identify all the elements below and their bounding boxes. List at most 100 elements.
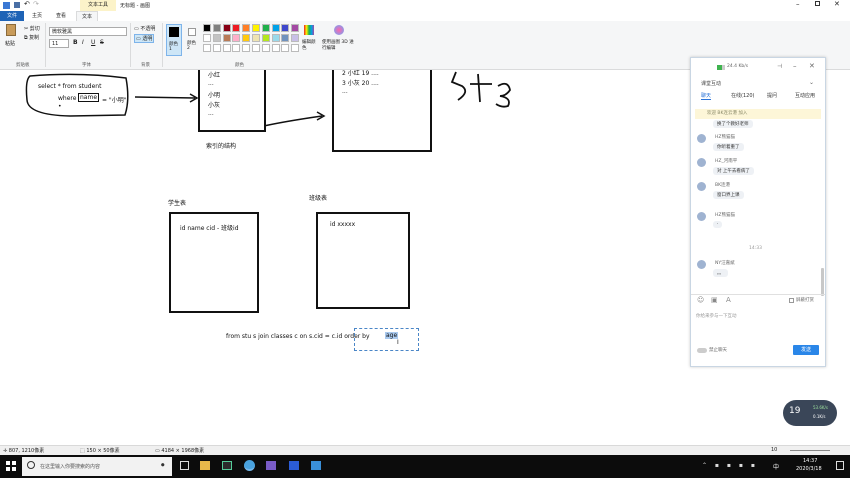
- palette-empty-swatch[interactable]: [212, 44, 221, 52]
- palette-color-swatch[interactable]: [212, 24, 221, 32]
- palette-color-swatch[interactable]: [212, 34, 221, 42]
- chat-tab-apps[interactable]: 互动应用: [795, 92, 815, 99]
- transparent-button[interactable]: ▭ 透明: [134, 34, 155, 43]
- palette-color-swatch[interactable]: [203, 34, 211, 42]
- sql-where: where: [58, 95, 77, 102]
- tab-view[interactable]: 查看: [50, 11, 72, 21]
- image-icon[interactable]: ▣: [711, 296, 718, 304]
- chat-input[interactable]: 你给来参与一下互动: [696, 313, 737, 319]
- download-speed: 0.1K/s: [813, 414, 826, 419]
- query-highlight[interactable]: age: [385, 332, 399, 339]
- paint3d-button[interactable]: 使用画图 3D 进行编辑: [322, 25, 356, 55]
- message-bubble: 。。: [713, 269, 728, 277]
- color1-button[interactable]: 颜色 1: [166, 24, 182, 56]
- palette-color-swatch[interactable]: [242, 24, 251, 32]
- windows-start-icon[interactable]: [6, 461, 16, 471]
- signal-icon: [717, 65, 725, 70]
- file-explorer-icon[interactable]: [200, 461, 210, 470]
- palette-color-swatch[interactable]: [261, 24, 270, 32]
- chat-tab-questions[interactable]: 提问: [767, 92, 777, 99]
- clock-date[interactable]: 2020/3/18: [796, 466, 822, 472]
- barrage-checkbox[interactable]: [789, 298, 794, 303]
- palette-color-swatch[interactable]: [222, 34, 231, 42]
- paint-icon[interactable]: [244, 460, 255, 471]
- palette-color-swatch[interactable]: [203, 24, 211, 32]
- redo-icon[interactable]: ↷: [33, 0, 39, 8]
- copy-button[interactable]: ⧉ 复制: [24, 34, 39, 41]
- zoom-slider[interactable]: [790, 450, 830, 451]
- palette-color-swatch[interactable]: [271, 34, 280, 42]
- chevron-down-icon[interactable]: ⌄: [809, 79, 814, 86]
- tab-home[interactable]: 主页: [26, 11, 48, 21]
- palette-color-swatch[interactable]: [252, 24, 260, 32]
- message-bubble: ·: [713, 221, 723, 228]
- palette-empty-swatch[interactable]: [291, 44, 300, 52]
- tab-file[interactable]: 文件: [0, 11, 24, 21]
- palette-color-swatch[interactable]: [222, 24, 231, 32]
- palette-color-swatch[interactable]: [232, 24, 241, 32]
- paste-button[interactable]: 粘贴: [4, 24, 18, 50]
- color2-button[interactable]: 颜色 2: [185, 24, 201, 56]
- message-sender: HZ熊猫猫: [715, 213, 735, 218]
- palette-color-swatch[interactable]: [252, 34, 260, 42]
- sql-line1: select * from student: [38, 83, 102, 90]
- palette-color-swatch[interactable]: [242, 34, 251, 42]
- emoji-icon[interactable]: ☺: [697, 296, 704, 304]
- undo-icon[interactable]: ↶: [24, 0, 30, 8]
- font-size-select[interactable]: 11: [49, 39, 69, 48]
- terminal-icon[interactable]: [222, 461, 232, 470]
- palette-color-swatch[interactable]: [291, 24, 300, 32]
- palette-empty-swatch[interactable]: [281, 44, 290, 52]
- selection-size-value: 150 × 50像素: [86, 448, 120, 454]
- pin-icon[interactable]: ⊣: [777, 63, 782, 70]
- palette-empty-swatch[interactable]: [203, 44, 211, 52]
- app-icon-purple[interactable]: [266, 461, 276, 470]
- mute-toggle[interactable]: [697, 348, 707, 353]
- palette-color-swatch[interactable]: [291, 34, 300, 42]
- send-button[interactable]: 发送: [793, 345, 819, 355]
- clock-time[interactable]: 14:37: [803, 458, 817, 464]
- palette-empty-swatch[interactable]: [232, 44, 241, 52]
- drawing-canvas[interactable]: select * from student where name = "小明" …: [0, 70, 690, 445]
- powerpoint-icon[interactable]: [289, 461, 299, 470]
- tab-text[interactable]: 文本: [76, 11, 98, 21]
- copy-label: 复制: [29, 35, 40, 41]
- font-icon[interactable]: A: [726, 296, 731, 304]
- palette-color-swatch[interactable]: [281, 34, 290, 42]
- palette-empty-swatch[interactable]: [261, 44, 270, 52]
- ime-indicator[interactable]: 中: [773, 462, 779, 471]
- underline-button[interactable]: U: [91, 39, 95, 46]
- font-name-select[interactable]: 微软雅黑: [49, 27, 127, 36]
- edit-colors-button[interactable]: 编辑颜色: [302, 25, 316, 55]
- italic-button[interactable]: I: [82, 39, 84, 46]
- maximize-button[interactable]: [815, 1, 820, 6]
- notification-icon[interactable]: [836, 461, 844, 470]
- palette-empty-swatch[interactable]: [222, 44, 231, 52]
- taskbar-search[interactable]: 在这里输入你要搜索的内容 ⏺: [22, 457, 172, 476]
- minimize-chat-button[interactable]: –: [793, 62, 797, 70]
- palette-color-swatch[interactable]: [232, 34, 241, 42]
- tray-icons[interactable]: ⌃ ▪ ▪ ▪ ▪: [702, 462, 758, 469]
- task-view-icon[interactable]: [180, 461, 189, 470]
- microphone-icon[interactable]: ⏺: [161, 461, 165, 470]
- palette-color-swatch[interactable]: [261, 34, 270, 42]
- close-chat-button[interactable]: ✕: [809, 62, 815, 70]
- cut-button[interactable]: ✂ 剪切: [24, 25, 40, 32]
- bold-button[interactable]: B: [73, 39, 78, 46]
- avatar: [697, 134, 706, 143]
- palette-empty-swatch[interactable]: [242, 44, 251, 52]
- minimize-button[interactable]: –: [796, 0, 800, 8]
- perf-monitor[interactable]: 19 53.6K/s 0.1K/s: [783, 400, 837, 426]
- save-icon[interactable]: [14, 2, 20, 8]
- chat-tab-chat[interactable]: 聊天: [701, 92, 712, 100]
- palette-color-swatch[interactable]: [281, 24, 290, 32]
- chat-tab-online[interactable]: 在线(120): [731, 92, 754, 99]
- app-icon-blue[interactable]: [311, 461, 321, 470]
- close-button[interactable]: ✕: [834, 0, 840, 8]
- strikethrough-button[interactable]: S: [100, 39, 104, 46]
- opaque-button[interactable]: ▭ 不透明: [134, 25, 155, 32]
- palette-empty-swatch[interactable]: [271, 44, 280, 52]
- palette-empty-swatch[interactable]: [252, 44, 260, 52]
- palette-color-swatch[interactable]: [271, 24, 280, 32]
- chat-scrollbar[interactable]: [821, 268, 824, 296]
